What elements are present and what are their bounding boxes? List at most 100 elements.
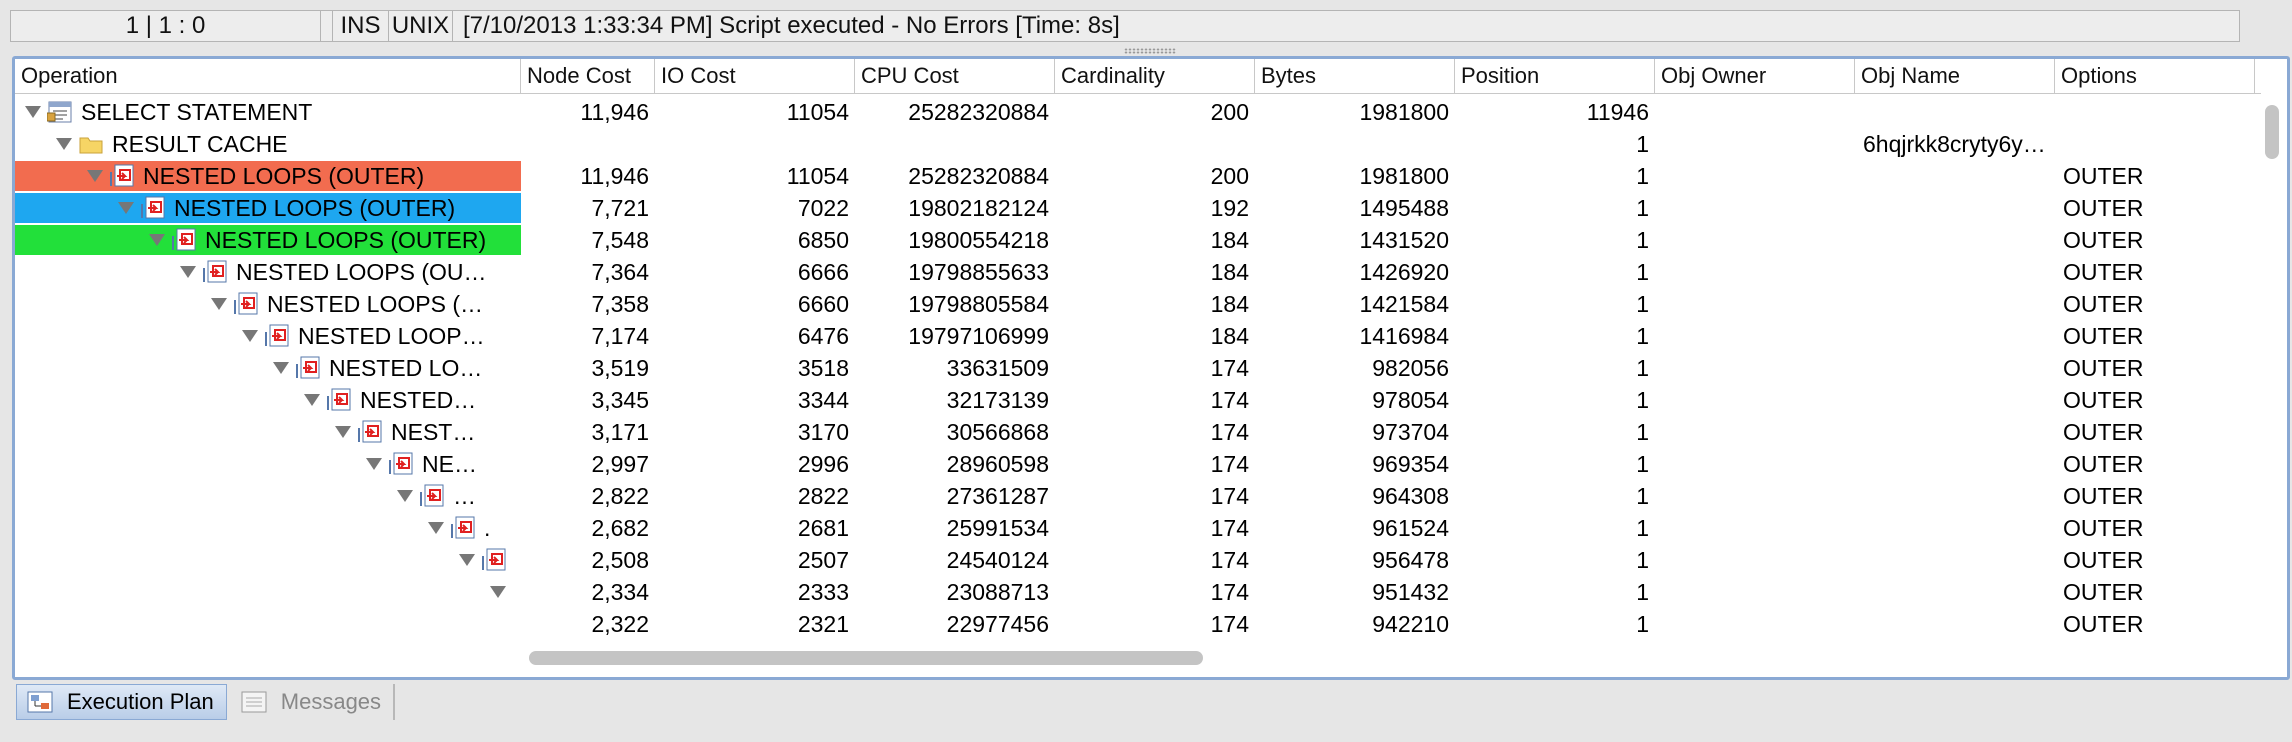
column-header-node-cost[interactable]: Node Cost — [521, 59, 655, 93]
tab-execution-plan[interactable]: Execution Plan — [16, 684, 227, 720]
bytes-cell: 942210 — [1372, 611, 1449, 637]
tab-messages[interactable]: Messages — [231, 684, 396, 720]
table-row[interactable]: NESTED LO… 3,519 3518 33631509 174 982056 1 OUT… — [15, 353, 2261, 383]
table-row[interactable]: 2,2952294227271271749329881 OUTER — [15, 641, 2261, 647]
table-row[interactable]: NESTED LOOPS (OU… 7,364 6666 19798855633 184… — [15, 257, 2261, 287]
table-row[interactable]: . 2,682 2681 25991534 174 961524 1 OUTER — [15, 513, 2261, 543]
expand-toggle-icon[interactable] — [304, 394, 320, 406]
operation-cell[interactable]: NESTED… — [15, 385, 521, 415]
horizontal-scrollbar[interactable] — [521, 649, 2231, 665]
table-row[interactable]: NESTED LOOP… 7,174 6476 19797106999 184 14169… — [15, 321, 2261, 351]
column-header-bytes[interactable]: Bytes — [1255, 59, 1455, 93]
column-header-cpu-cost[interactable]: CPU Cost — [855, 59, 1055, 93]
operation-cell[interactable] — [15, 577, 521, 607]
operation-cell[interactable]: NE… — [15, 449, 521, 479]
io-cost-cell: 2681 — [797, 515, 849, 541]
expand-toggle-icon[interactable] — [211, 298, 227, 310]
column-header-io-cost[interactable]: IO Cost — [655, 59, 855, 93]
table-row[interactable]: … 2,822 2822 27361287 174 964308 1 OUTER — [15, 481, 2261, 511]
operation-cell[interactable]: NESTED LO… — [15, 353, 521, 383]
operation-cell[interactable] — [15, 545, 521, 575]
table-row[interactable]: RESULT CACHE 1 6hqjrkk8crytу6y… — [15, 129, 2261, 159]
table-row[interactable]: 2,334 2333 23088713 174 951432 1 OUTER — [15, 577, 2261, 607]
table-row[interactable]: NEST… 3,171 3170 30566868 174 973704 1 OUTER — [15, 417, 2261, 447]
table-row[interactable]: 2,322 2321 22977456 174 942210 1 OUTER — [15, 609, 2261, 639]
operation-cell[interactable]: NESTED LOOPS (OUTER) — [15, 193, 521, 223]
table-row[interactable]: NESTED… 3,345 3344 32173139 174 978054 1 OUTER — [15, 385, 2261, 415]
table-row[interactable]: 2,508 2507 24540124 174 956478 1 OUTER — [15, 545, 2261, 575]
column-header-obj-owner[interactable]: Obj Owner — [1655, 59, 1855, 93]
options-cell: OUTER — [2063, 387, 2144, 413]
expand-toggle-icon[interactable] — [428, 522, 444, 534]
cardinality-cell: 192 — [1210, 195, 1249, 221]
io-cost-cell: 2507 — [797, 547, 849, 573]
table-row[interactable]: NESTED LOOPS (… 7,358 6660 19798805584 184 14… — [15, 289, 2261, 319]
position-cell: 1 — [1636, 579, 1649, 605]
operation-cell[interactable]: … — [15, 481, 521, 511]
cpu-cost-cell: 25282320884 — [908, 163, 1049, 189]
bytes-cell: 978054 — [1372, 387, 1449, 413]
cardinality-cell: 200 — [1210, 163, 1249, 189]
operation-cell[interactable]: NESTED LOOPS (OU… — [15, 257, 521, 287]
expand-toggle-icon[interactable] — [180, 266, 196, 278]
node-cost-cell: 2,822 — [591, 483, 649, 509]
expand-toggle-icon[interactable] — [242, 330, 258, 342]
vertical-scroll-thumb[interactable] — [2265, 105, 2279, 159]
cpu-cost-cell: 19802182124 — [908, 195, 1049, 221]
io-cost-cell: 7022 — [797, 195, 849, 221]
column-header-obj-name[interactable]: Obj Name — [1855, 59, 2055, 93]
expand-toggle-icon[interactable] — [118, 202, 134, 214]
expand-toggle-icon[interactable] — [25, 106, 41, 118]
table-row[interactable]: NESTED LOOPS (OUTER) 7,548 6850 19800554218… — [15, 225, 2261, 255]
expand-toggle-icon[interactable] — [56, 138, 72, 150]
operation-cell[interactable]: NESTED LOOPS (OUTER) — [15, 161, 521, 191]
horizontal-scroll-thumb[interactable] — [529, 651, 1203, 665]
column-header-operation[interactable]: Operation — [15, 59, 521, 93]
column-header-options[interactable]: Options — [2055, 59, 2255, 93]
table-row[interactable]: SELECT STATEMENT 11,946 11054 25282320884 20… — [15, 97, 2261, 127]
table-row[interactable]: NE… 2,997 2996 28960598 174 969354 1 OUTER — [15, 449, 2261, 479]
operation-cell[interactable]: . — [15, 513, 521, 543]
expand-toggle-icon[interactable] — [335, 426, 351, 438]
position-cell: 1 — [1636, 291, 1649, 317]
io-cost-cell: 6660 — [797, 291, 849, 317]
operation-cell[interactable] — [15, 641, 552, 647]
node-cost-cell: 7,174 — [591, 323, 649, 349]
obj-owner-cell — [1655, 225, 1855, 255]
cardinality-cell: 174 — [1055, 641, 1255, 647]
column-header-cardinality[interactable]: Cardinality — [1055, 59, 1255, 93]
cardinality-cell: 174 — [1210, 515, 1249, 541]
vertical-scrollbar[interactable] — [2265, 97, 2279, 647]
operation-cell[interactable]: NESTED LOOPS (… — [15, 289, 521, 319]
expand-toggle-icon[interactable] — [397, 490, 413, 502]
options-cell: OUTER — [2063, 195, 2144, 221]
expand-toggle-icon[interactable] — [87, 170, 103, 182]
operation-cell[interactable]: RESULT CACHE — [15, 129, 521, 159]
operation-cell[interactable]: NESTED LOOPS (OUTER) — [15, 225, 521, 255]
operation-label: SELECT STATEMENT — [81, 99, 313, 125]
splitter-grip[interactable] — [1124, 48, 1176, 54]
operation-cell[interactable] — [15, 609, 521, 639]
table-row[interactable]: NESTED LOOPS (OUTER) 7,721 7022 19802182124… — [15, 193, 2261, 223]
operation-cell[interactable]: NESTED LOOP… — [15, 321, 521, 351]
operation-label: RESULT CACHE — [112, 131, 288, 157]
operation-label: NESTED… — [360, 387, 477, 413]
expand-toggle-icon[interactable] — [273, 362, 289, 374]
nested-loops-icon — [171, 228, 197, 252]
operation-label: NE… — [422, 451, 477, 477]
obj-name-cell — [1855, 481, 2055, 511]
expand-toggle-icon[interactable] — [459, 554, 475, 566]
expand-toggle-icon[interactable] — [149, 234, 165, 246]
table-row[interactable]: NESTED LOOPS (OUTER) 11,946 11054 252823208… — [15, 161, 2261, 191]
expand-toggle-icon[interactable] — [490, 586, 506, 598]
node-cost-cell: 7,548 — [591, 227, 649, 253]
options-cell: OUTER — [2063, 483, 2144, 509]
column-header-position[interactable]: Position — [1455, 59, 1655, 93]
operation-cell[interactable]: SELECT STATEMENT — [15, 97, 521, 127]
obj-name-cell — [1855, 289, 2055, 319]
nested-loops-icon — [326, 388, 352, 412]
operation-cell[interactable]: NEST… — [15, 417, 521, 447]
expand-toggle-icon[interactable] — [366, 458, 382, 470]
io-cost-cell: 2294 — [655, 641, 855, 647]
cardinality-cell: 184 — [1210, 259, 1249, 285]
